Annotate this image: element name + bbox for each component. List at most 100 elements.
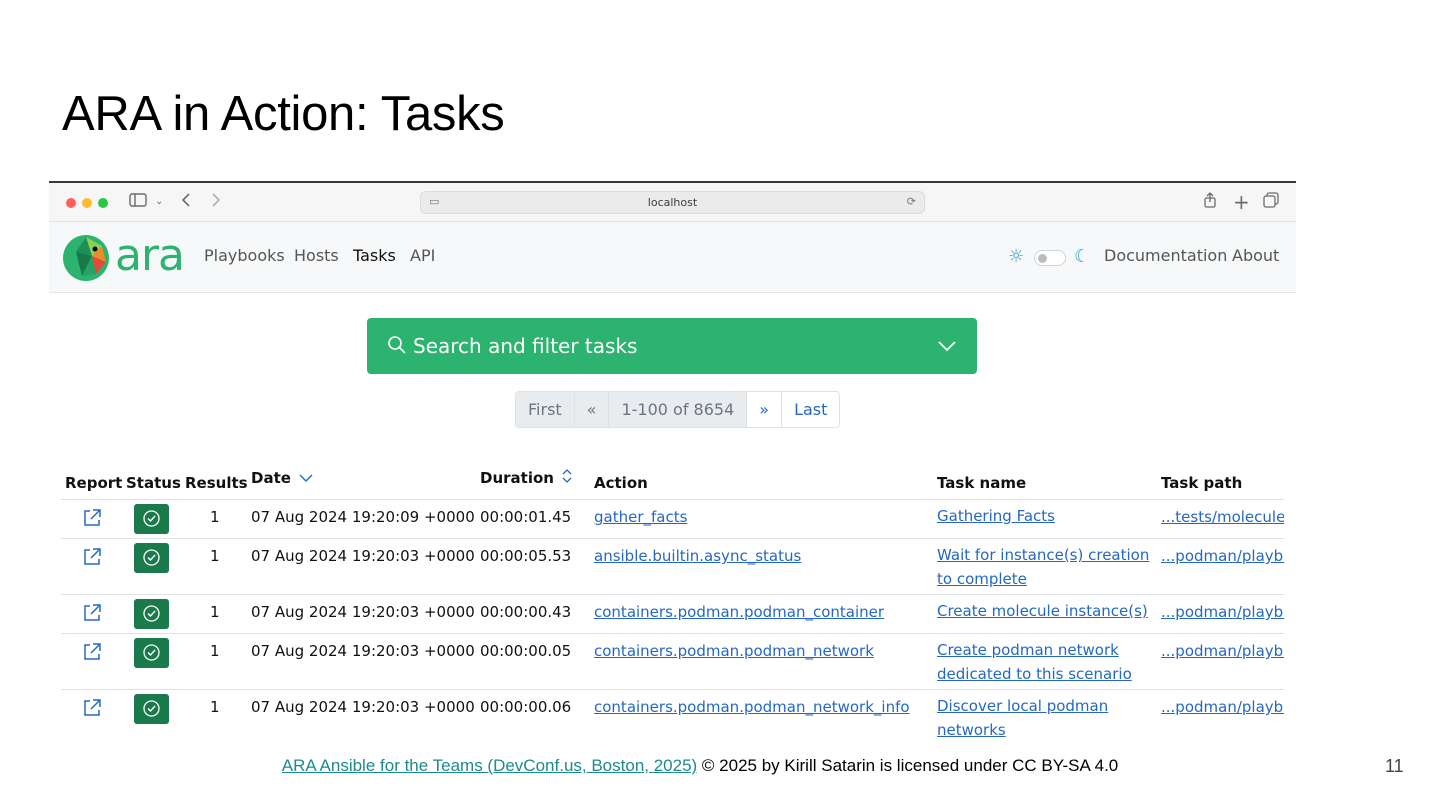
column-header-task-path: Task path bbox=[1161, 474, 1243, 492]
status-ok-badge[interactable] bbox=[134, 504, 169, 534]
sort-descending-icon[interactable] bbox=[299, 469, 313, 487]
task-date: 07 Aug 2024 19:20:03 +0000 bbox=[251, 642, 475, 660]
search-label: Search and filter tasks bbox=[413, 334, 638, 358]
column-header-date[interactable]: Date bbox=[251, 469, 313, 487]
status-ok-badge[interactable] bbox=[134, 599, 169, 629]
sidebar-icon[interactable] bbox=[129, 192, 147, 212]
browser-screenshot: ⌄ ▭ localhost ⟳ + ara Playbooks Hosts Ta… bbox=[49, 181, 1296, 741]
task-name-link[interactable]: Create podman network dedicated to this … bbox=[937, 638, 1152, 686]
task-path-link[interactable]: ...podman/playbo bbox=[1161, 547, 1284, 565]
results-count: 1 bbox=[210, 642, 220, 660]
pagination-first[interactable]: First bbox=[516, 392, 575, 427]
column-header-results: Results bbox=[185, 474, 248, 492]
url-text: localhost bbox=[647, 196, 698, 209]
nav-link-hosts[interactable]: Hosts bbox=[294, 246, 339, 265]
table-row: 1 07 Aug 2024 19:20:03 +0000 00:00:00.05… bbox=[61, 633, 1284, 689]
reload-icon[interactable]: ⟳ bbox=[907, 195, 916, 208]
column-header-duration[interactable]: Duration bbox=[480, 469, 572, 487]
search-filter-toggle[interactable]: Search and filter tasks bbox=[367, 318, 977, 374]
ara-logo-icon[interactable] bbox=[62, 234, 110, 282]
results-count: 1 bbox=[210, 698, 220, 716]
external-link-icon[interactable] bbox=[82, 547, 102, 567]
check-circle-icon bbox=[143, 549, 160, 566]
pagination-last[interactable]: Last bbox=[782, 392, 840, 427]
brand-name[interactable]: ara bbox=[115, 230, 185, 282]
theme-toggle[interactable] bbox=[1034, 250, 1066, 266]
pagination-prev[interactable]: « bbox=[574, 392, 610, 427]
column-header-task-name: Task name bbox=[937, 474, 1027, 492]
task-path-link[interactable]: ...podman/playbo bbox=[1161, 603, 1284, 621]
task-name-link[interactable]: Wait for instance(s) creation to complet… bbox=[937, 543, 1152, 591]
chevron-down-icon[interactable]: ⌄ bbox=[155, 192, 163, 212]
external-link-icon[interactable] bbox=[82, 603, 102, 623]
status-ok-badge[interactable] bbox=[134, 694, 169, 724]
maximize-window-button[interactable] bbox=[98, 198, 108, 208]
nav-link-playbooks[interactable]: Playbooks bbox=[204, 246, 285, 265]
task-path-link[interactable]: ...podman/playbo bbox=[1161, 642, 1284, 660]
browser-toolbar: ⌄ ▭ localhost ⟳ + bbox=[49, 181, 1296, 222]
table-row: 1 07 Aug 2024 19:20:09 +0000 00:00:01.45… bbox=[61, 499, 1284, 538]
page-number: 11 bbox=[1385, 756, 1404, 776]
task-action-link[interactable]: containers.podman.podman_network_info bbox=[594, 698, 910, 716]
external-link-icon[interactable] bbox=[82, 508, 102, 528]
task-path-link[interactable]: ...tests/molecule/ bbox=[1161, 508, 1284, 526]
pagination-range: 1-100 of 8654 bbox=[609, 392, 748, 427]
status-ok-badge[interactable] bbox=[134, 543, 169, 573]
task-duration: 00:00:05.53 bbox=[480, 547, 572, 565]
chevron-down-icon bbox=[938, 341, 956, 352]
nav-link-api[interactable]: API bbox=[410, 246, 435, 265]
nav-link-documentation[interactable]: Documentation bbox=[1104, 246, 1227, 265]
task-name-link[interactable]: Gathering Facts bbox=[937, 504, 1152, 528]
new-tab-icon[interactable]: + bbox=[1233, 192, 1250, 212]
task-date: 07 Aug 2024 19:20:03 +0000 bbox=[251, 547, 475, 565]
check-circle-icon bbox=[143, 510, 160, 527]
pagination-next[interactable]: » bbox=[747, 392, 783, 427]
status-ok-badge[interactable] bbox=[134, 638, 169, 668]
forward-arrow-icon[interactable] bbox=[211, 192, 221, 212]
results-count: 1 bbox=[210, 547, 220, 565]
address-bar[interactable]: ▭ localhost ⟳ bbox=[420, 191, 925, 214]
slide-title: ARA in Action: Tasks bbox=[62, 87, 505, 141]
task-date: 07 Aug 2024 19:20:03 +0000 bbox=[251, 603, 475, 621]
share-icon[interactable] bbox=[1203, 192, 1217, 213]
sun-icon: ☼ bbox=[1008, 246, 1025, 267]
check-circle-icon bbox=[143, 605, 160, 622]
nav-link-tasks[interactable]: Tasks bbox=[353, 246, 396, 265]
close-window-button[interactable] bbox=[66, 198, 76, 208]
task-name-link[interactable]: Create molecule instance(s) bbox=[937, 599, 1152, 623]
task-date: 07 Aug 2024 19:20:03 +0000 bbox=[251, 698, 475, 716]
task-action-link[interactable]: containers.podman.podman_network bbox=[594, 642, 874, 660]
moon-icon: ☾ bbox=[1074, 246, 1091, 267]
task-path-link[interactable]: ...podman/playbo bbox=[1161, 698, 1284, 716]
check-circle-icon bbox=[143, 700, 160, 717]
back-arrow-icon[interactable] bbox=[181, 192, 191, 212]
external-link-icon[interactable] bbox=[82, 698, 102, 718]
task-duration: 00:00:01.45 bbox=[480, 508, 572, 526]
external-link-icon[interactable] bbox=[82, 642, 102, 662]
column-header-status: Status bbox=[126, 474, 181, 492]
check-circle-icon bbox=[143, 644, 160, 661]
license-text: © 2025 by Kirill Satarin is licensed und… bbox=[697, 756, 1119, 775]
task-duration: 00:00:00.43 bbox=[480, 603, 572, 621]
task-action-link[interactable]: gather_facts bbox=[594, 508, 687, 526]
talk-link[interactable]: ARA Ansible for the Teams (DevConf.us, B… bbox=[282, 756, 697, 775]
minimize-window-button[interactable] bbox=[82, 198, 92, 208]
sort-icon[interactable] bbox=[562, 469, 572, 487]
column-header-report: Report bbox=[65, 474, 123, 492]
tab-overview-icon[interactable] bbox=[1263, 192, 1279, 213]
results-count: 1 bbox=[210, 508, 220, 526]
search-icon bbox=[388, 336, 406, 354]
task-duration: 00:00:00.05 bbox=[480, 642, 572, 660]
task-name-link[interactable]: Discover local podman networks bbox=[937, 694, 1152, 741]
table-row: 1 07 Aug 2024 19:20:03 +0000 00:00:05.53… bbox=[61, 538, 1284, 594]
task-duration: 00:00:00.06 bbox=[480, 698, 572, 716]
table-row: 1 07 Aug 2024 19:20:03 +0000 00:00:00.06… bbox=[61, 689, 1284, 741]
task-action-link[interactable]: containers.podman.podman_container bbox=[594, 603, 884, 621]
results-count: 1 bbox=[210, 603, 220, 621]
task-action-link[interactable]: ansible.builtin.async_status bbox=[594, 547, 801, 565]
nav-link-about[interactable]: About bbox=[1232, 246, 1279, 265]
app-navbar: ara Playbooks Hosts Tasks API ☼ ☾ Docume… bbox=[49, 222, 1296, 293]
table-row: 1 07 Aug 2024 19:20:03 +0000 00:00:00.43… bbox=[61, 594, 1284, 633]
task-date: 07 Aug 2024 19:20:09 +0000 bbox=[251, 508, 475, 526]
slide-footer: ARA Ansible for the Teams (DevConf.us, B… bbox=[0, 756, 1440, 776]
